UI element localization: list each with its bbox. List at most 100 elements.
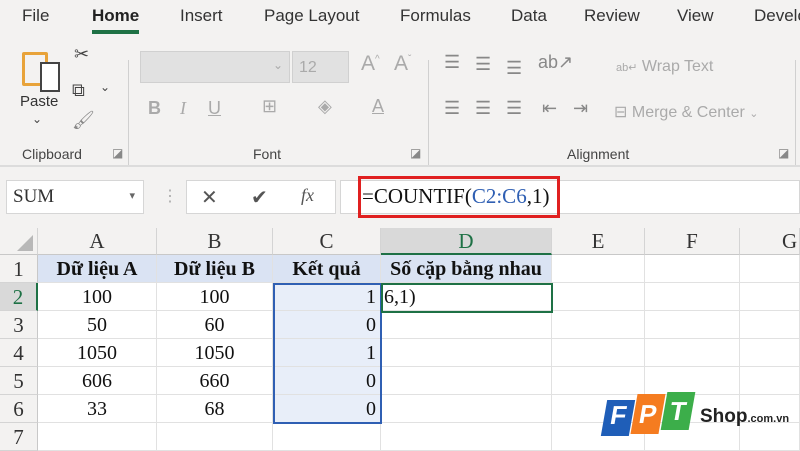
merge-center-button[interactable]: ⊟ Merge & Center ⌄ bbox=[614, 102, 758, 122]
enter-icon[interactable]: ✔ bbox=[251, 185, 268, 210]
chevron-down-icon[interactable]: ⌄ bbox=[32, 112, 42, 126]
cell-B3[interactable]: 60 bbox=[157, 311, 273, 339]
cell-D3[interactable] bbox=[381, 311, 552, 339]
cell-B4[interactable]: 1050 bbox=[157, 339, 273, 367]
format-painter-icon[interactable]: 🖌 bbox=[72, 110, 95, 131]
cell-F4[interactable] bbox=[645, 339, 740, 367]
font-color-icon[interactable]: A bbox=[372, 96, 384, 117]
cell-D7[interactable] bbox=[381, 423, 552, 451]
insert-function-icon[interactable]: fx bbox=[301, 185, 314, 206]
cell-E2[interactable] bbox=[552, 283, 645, 311]
cell-A3[interactable]: 50 bbox=[38, 311, 157, 339]
cell-F1[interactable] bbox=[645, 255, 740, 283]
decrease-indent-icon[interactable]: ⇤ bbox=[542, 98, 557, 119]
column-header-b[interactable]: B bbox=[157, 228, 273, 255]
cell-B5[interactable]: 660 bbox=[157, 367, 273, 395]
cell-A1[interactable]: Dữ liệu A bbox=[38, 255, 157, 283]
chevron-down-icon[interactable]: ⌄ bbox=[100, 80, 110, 94]
fill-color-icon[interactable]: ◈ bbox=[318, 96, 332, 117]
align-left-icon[interactable]: ☰ bbox=[444, 98, 460, 119]
increase-font-icon[interactable]: A^ bbox=[361, 52, 380, 76]
cell-A4[interactable]: 1050 bbox=[38, 339, 157, 367]
bold-icon[interactable]: B bbox=[148, 98, 161, 119]
borders-icon[interactable]: ⊞ bbox=[262, 96, 277, 117]
cell-F5[interactable] bbox=[645, 367, 740, 395]
tab-home[interactable]: Home bbox=[92, 6, 140, 34]
tab-data[interactable]: Data bbox=[511, 6, 547, 26]
decrease-font-icon[interactable]: Aˇ bbox=[394, 52, 411, 76]
font-name-dropdown[interactable]: ⌄ bbox=[140, 51, 290, 83]
cell-B2[interactable]: 100 bbox=[157, 283, 273, 311]
cell-D4[interactable] bbox=[381, 339, 552, 367]
dialog-launcher-icon[interactable]: ◪ bbox=[112, 146, 123, 160]
cell-A6[interactable]: 33 bbox=[38, 395, 157, 423]
tab-developer[interactable]: Develo bbox=[754, 6, 800, 26]
cell-E3[interactable] bbox=[552, 311, 645, 339]
cell-D1[interactable]: Số cặp bằng nhau bbox=[381, 255, 552, 283]
cell-E4[interactable] bbox=[552, 339, 645, 367]
cell-G3[interactable] bbox=[740, 311, 800, 339]
italic-icon[interactable]: I bbox=[180, 98, 186, 119]
cell-F3[interactable] bbox=[645, 311, 740, 339]
cell-B7[interactable] bbox=[157, 423, 273, 451]
paste-label[interactable]: Paste bbox=[20, 93, 58, 110]
tab-review[interactable]: Review bbox=[584, 6, 640, 26]
cell-G2[interactable] bbox=[740, 283, 800, 311]
orientation-icon[interactable]: ab↗ bbox=[538, 52, 573, 73]
underline-icon[interactable]: U bbox=[208, 98, 221, 119]
column-header-g[interactable]: G bbox=[740, 228, 800, 255]
row-header-1[interactable]: 1 bbox=[0, 255, 38, 283]
cell-D5[interactable] bbox=[381, 367, 552, 395]
align-right-icon[interactable]: ☰ bbox=[506, 98, 522, 119]
dialog-launcher-icon[interactable]: ◪ bbox=[410, 146, 421, 160]
increase-indent-icon[interactable]: ⇥ bbox=[573, 98, 588, 119]
cell-C7[interactable] bbox=[273, 423, 381, 451]
cell-E1[interactable] bbox=[552, 255, 645, 283]
cell-B6[interactable]: 68 bbox=[157, 395, 273, 423]
name-box[interactable]: SUM ▾ bbox=[6, 180, 144, 214]
cell-D6[interactable] bbox=[381, 395, 552, 423]
column-header-f[interactable]: F bbox=[645, 228, 740, 255]
align-top-icon[interactable]: ☰ bbox=[444, 52, 460, 73]
cell-G5[interactable] bbox=[740, 367, 800, 395]
drag-handle-icon[interactable]: ⋮ bbox=[162, 186, 178, 206]
scissors-icon[interactable]: ✂ bbox=[74, 44, 89, 65]
cancel-icon[interactable]: ✕ bbox=[201, 185, 218, 210]
tab-insert[interactable]: Insert bbox=[180, 6, 223, 26]
column-header-e[interactable]: E bbox=[552, 228, 645, 255]
select-all-button[interactable] bbox=[0, 228, 38, 255]
dialog-launcher-icon[interactable]: ◪ bbox=[778, 146, 789, 160]
cell-E5[interactable] bbox=[552, 367, 645, 395]
cell-A7[interactable] bbox=[38, 423, 157, 451]
chevron-down-icon[interactable]: ▾ bbox=[129, 189, 135, 202]
row-header-2[interactable]: 2 bbox=[0, 283, 38, 311]
row-header-6[interactable]: 6 bbox=[0, 395, 38, 423]
align-middle-icon[interactable]: ☰ bbox=[475, 54, 491, 75]
align-bottom-icon[interactable]: ☰ bbox=[506, 58, 522, 79]
wrap-text-button[interactable]: ab↵ Wrap Text bbox=[616, 58, 713, 76]
font-size-dropdown[interactable]: 12 bbox=[292, 51, 349, 83]
row-header-5[interactable]: 5 bbox=[0, 367, 38, 395]
column-header-c[interactable]: C bbox=[273, 228, 381, 255]
tab-view[interactable]: View bbox=[677, 6, 714, 26]
cell-A5[interactable]: 606 bbox=[38, 367, 157, 395]
copy-icon[interactable]: ⧉ bbox=[72, 80, 85, 101]
font-size-value: 12 bbox=[299, 59, 317, 76]
row-header-3[interactable]: 3 bbox=[0, 311, 38, 339]
row-header-4[interactable]: 4 bbox=[0, 339, 38, 367]
cell-F2[interactable] bbox=[645, 283, 740, 311]
tab-page-layout[interactable]: Page Layout bbox=[264, 6, 359, 26]
cell-C1[interactable]: Kết quả bbox=[273, 255, 381, 283]
active-cell-d2[interactable] bbox=[381, 283, 553, 313]
cell-B1[interactable]: Dữ liệu B bbox=[157, 255, 273, 283]
cell-G1[interactable] bbox=[740, 255, 800, 283]
column-header-d[interactable]: D bbox=[381, 228, 552, 255]
align-center-icon[interactable]: ☰ bbox=[475, 98, 491, 119]
column-header-a[interactable]: A bbox=[38, 228, 157, 255]
tab-file[interactable]: File bbox=[22, 6, 49, 26]
cell-A2[interactable]: 100 bbox=[38, 283, 157, 311]
cell-G4[interactable] bbox=[740, 339, 800, 367]
paste-button[interactable] bbox=[22, 46, 64, 94]
tab-formulas[interactable]: Formulas bbox=[400, 6, 471, 26]
row-header-7[interactable]: 7 bbox=[0, 423, 38, 451]
